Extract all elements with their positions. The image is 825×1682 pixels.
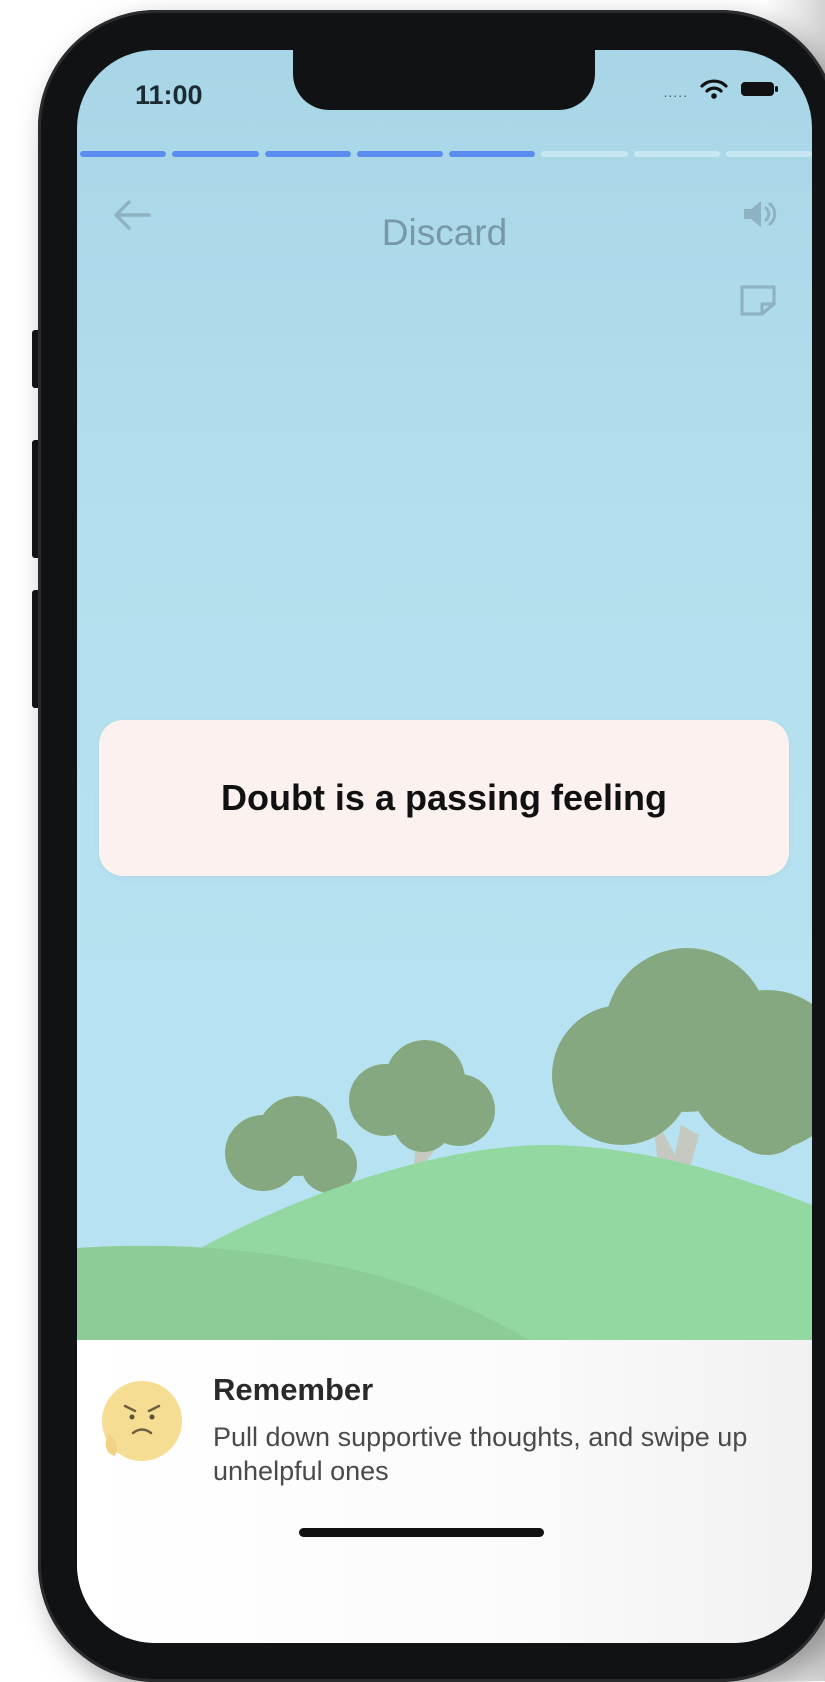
cellular-dots-icon: ..... [663, 84, 688, 100]
app-screen: 11:00 ..... Discard Doubt is a passing f… [77, 50, 812, 1643]
remember-panel: Remember Pull down supportive thoughts, … [77, 1340, 812, 1643]
progress-segment-complete [264, 151, 351, 157]
remember-body: Pull down supportive thoughts, and swipe… [213, 1422, 748, 1486]
remember-title: Remember [213, 1372, 374, 1407]
progress-segment-complete [356, 151, 443, 157]
progress-segment-pending [633, 151, 720, 157]
progress-segment-complete [172, 151, 259, 157]
wifi-icon [700, 79, 728, 99]
home-indicator[interactable] [299, 1528, 544, 1537]
status-time: 11:00 [135, 80, 203, 110]
worried-face-avatar [102, 1381, 182, 1461]
audio-button[interactable] [738, 192, 782, 236]
top-bar: Discard [77, 180, 812, 260]
progress-segment-complete [80, 151, 167, 157]
status-icons: ..... [664, 78, 780, 100]
progress-segment-complete [449, 151, 536, 157]
lesson-progress-bar [80, 151, 812, 157]
landscape-illustration [77, 948, 812, 1350]
progress-segment-pending [541, 151, 628, 157]
page-title: Discard [381, 212, 508, 253]
thought-card[interactable]: Doubt is a passing feeling [99, 720, 789, 876]
note-icon [740, 285, 776, 316]
notch [293, 50, 595, 110]
speaker-icon [744, 201, 777, 227]
note-button[interactable] [738, 282, 778, 318]
tree-left [225, 1096, 357, 1193]
battery-icon [741, 82, 778, 96]
thought-text: Doubt is a passing feeling [220, 777, 668, 818]
progress-segment-pending [725, 151, 812, 157]
